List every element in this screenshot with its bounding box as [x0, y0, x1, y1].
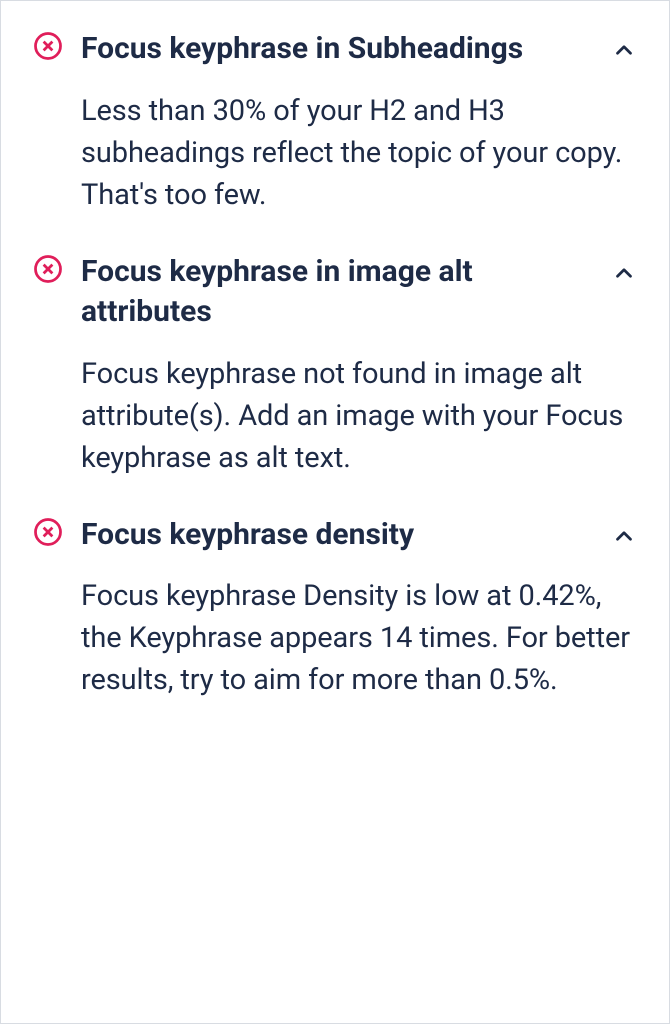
analysis-item-density: Focus keyphrase density Focus keyphrase …: [33, 515, 637, 702]
item-header[interactable]: Focus keyphrase in image alt attributes: [33, 252, 637, 333]
item-title: Focus keyphrase density: [81, 515, 589, 556]
error-icon: [33, 254, 63, 284]
chevron-up-icon[interactable]: [611, 260, 637, 286]
item-title: Focus keyphrase in image alt attributes: [81, 252, 589, 333]
analysis-item-image-alt: Focus keyphrase in image alt attributes …: [33, 252, 637, 479]
item-header[interactable]: Focus keyphrase density: [33, 515, 637, 556]
analysis-item-subheadings: Focus keyphrase in Subheadings Less than…: [33, 29, 637, 216]
item-description: Less than 30% of your H2 and H3 subheadi…: [81, 90, 637, 216]
item-description: Focus keyphrase not found in image alt a…: [81, 353, 637, 479]
error-icon: [33, 517, 63, 547]
chevron-up-icon[interactable]: [611, 523, 637, 549]
item-description: Focus keyphrase Density is low at 0.42%,…: [81, 575, 637, 701]
error-icon: [33, 31, 63, 61]
chevron-up-icon[interactable]: [611, 37, 637, 63]
item-title: Focus keyphrase in Subheadings: [81, 29, 589, 70]
item-header[interactable]: Focus keyphrase in Subheadings: [33, 29, 637, 70]
seo-analysis-panel: Focus keyphrase in Subheadings Less than…: [0, 0, 670, 1024]
